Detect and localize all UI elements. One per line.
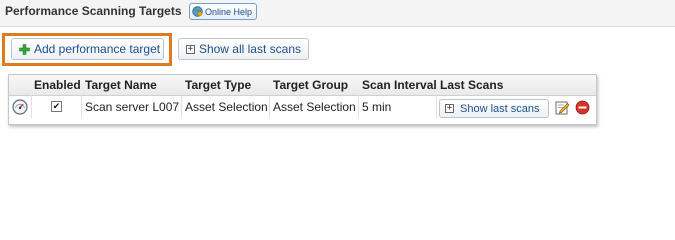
edit-icon[interactable] (555, 100, 570, 115)
header-bar: Performance Scanning Targets Online Help (0, 0, 675, 27)
expand-icon: + (186, 43, 195, 54)
online-help-label: Online Help (205, 6, 253, 17)
gauge-icon (12, 98, 28, 115)
column-header-enabled[interactable]: Enabled (34, 78, 81, 92)
add-performance-target-button[interactable]: Add performance target (11, 38, 164, 60)
table-header: Enabled Target Name Target Type Target G… (9, 75, 596, 96)
scan-interval-cell: 5 min (359, 95, 437, 118)
target-group-cell: Asset Selection (270, 95, 359, 118)
show-all-last-scans-button[interactable]: + Show all last scans (178, 38, 309, 60)
delete-icon[interactable] (575, 100, 590, 115)
online-help-link[interactable]: Online Help (189, 3, 258, 20)
enabled-checkbox[interactable]: ✔ (51, 101, 62, 112)
globe-help-icon (192, 6, 203, 17)
target-type-cell: Asset Selection (182, 95, 270, 118)
column-header-last-scans[interactable]: Last Scans (440, 78, 503, 92)
row-status-cell (9, 95, 32, 118)
target-name-cell: Scan server L007 (82, 95, 182, 118)
show-last-scans-button[interactable]: + Show last scans (439, 99, 549, 118)
expand-icon: + (445, 103, 454, 113)
column-header-scan-interval[interactable]: Scan Interval (362, 78, 437, 92)
targets-table: Enabled Target Name Target Type Target G… (8, 74, 597, 125)
plus-icon (19, 43, 30, 55)
page-title: Performance Scanning Targets (5, 4, 182, 18)
add-performance-target-label: Add performance target (34, 42, 161, 56)
table-row: ✔ Scan server L007 Asset Selection Asset… (9, 95, 596, 124)
show-last-scans-label: Show last scans (460, 102, 540, 115)
show-all-last-scans-label: Show all last scans (198, 42, 301, 56)
enabled-cell: ✔ (32, 95, 82, 118)
column-header-target-type[interactable]: Target Type (185, 78, 251, 92)
column-header-target-group[interactable]: Target Group (273, 78, 348, 92)
column-header-target-name[interactable]: Target Name (85, 78, 157, 92)
